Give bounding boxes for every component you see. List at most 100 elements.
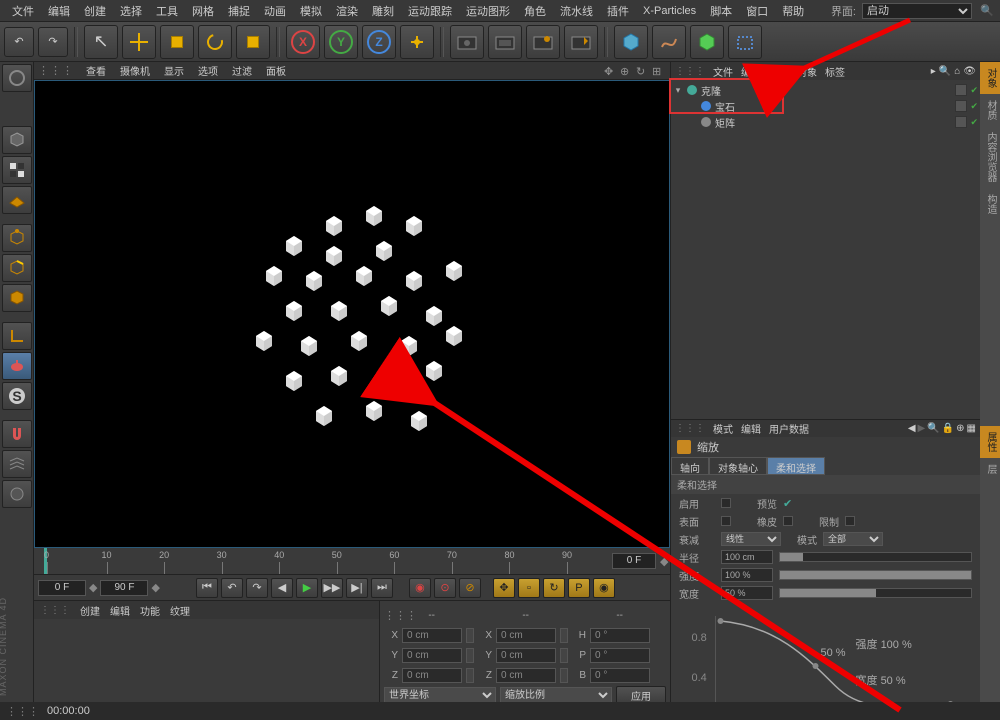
- vp-camera[interactable]: 摄像机: [118, 63, 152, 78]
- object-tag[interactable]: [955, 84, 967, 96]
- object-name[interactable]: 宝石: [715, 99, 952, 114]
- generator-button[interactable]: [690, 25, 724, 59]
- menu-window[interactable]: 窗口: [740, 1, 774, 21]
- vis-toggle[interactable]: ✔: [970, 117, 978, 128]
- attr-userdata[interactable]: 用户数据: [769, 421, 809, 436]
- prev-frame-button[interactable]: ↷: [246, 578, 268, 598]
- make-editable-button[interactable]: [2, 64, 32, 92]
- attr-back-icon[interactable]: ◀: [908, 423, 916, 434]
- vp-nav2-icon[interactable]: ⊕: [620, 65, 634, 77]
- move-tool[interactable]: [122, 25, 156, 59]
- menu-snap[interactable]: 捕捉: [222, 1, 256, 21]
- attr-new-icon[interactable]: ⊕: [956, 423, 964, 434]
- menu-file[interactable]: 文件: [6, 1, 40, 21]
- om-view[interactable]: 查看: [769, 64, 789, 79]
- rtab-material[interactable]: 材质: [980, 94, 1000, 126]
- prev-key-button[interactable]: ↶: [221, 578, 243, 598]
- rot-h-field[interactable]: 0 °: [590, 628, 650, 643]
- polygon-mode-button[interactable]: [2, 284, 32, 312]
- menu-char[interactable]: 角色: [518, 1, 552, 21]
- pos-y-field[interactable]: 0 cm: [402, 648, 462, 663]
- pos-x-field[interactable]: 0 cm: [402, 628, 462, 643]
- timeline-end-field[interactable]: 0 F: [612, 553, 656, 569]
- spinner[interactable]: [466, 628, 474, 643]
- enable-axis-button[interactable]: [2, 352, 32, 380]
- next-frame-button[interactable]: ▶▶: [321, 578, 343, 598]
- keyframe-sel-button[interactable]: ⊘: [459, 578, 481, 598]
- object-row[interactable]: 矩阵 ✔: [673, 114, 978, 130]
- render-picture-button[interactable]: [488, 25, 522, 59]
- falloff-select[interactable]: 线性: [721, 532, 781, 546]
- vp-nav3-icon[interactable]: ↻: [636, 65, 650, 77]
- menu-sculpt[interactable]: 雕刻: [366, 1, 400, 21]
- width-slider[interactable]: [779, 588, 972, 598]
- vp-filter[interactable]: 过滤: [230, 63, 254, 78]
- rot-key-button[interactable]: ↻: [543, 578, 565, 598]
- vp-panel[interactable]: 面板: [264, 63, 288, 78]
- spinner[interactable]: [560, 628, 568, 643]
- object-row[interactable]: 宝石✔: [673, 98, 978, 114]
- coord-mode-select[interactable]: 缩放比例: [500, 687, 612, 703]
- viewport[interactable]: [34, 80, 670, 548]
- om-bookmark-icon[interactable]: ▸: [931, 66, 936, 77]
- render-region-button[interactable]: [526, 25, 560, 59]
- attr-fwd-icon[interactable]: ▶: [918, 423, 926, 434]
- menu-tools[interactable]: 工具: [150, 1, 184, 21]
- autokey-button[interactable]: ⊙: [434, 578, 456, 598]
- redo-button[interactable]: ↷: [38, 27, 68, 57]
- attr-lock-icon[interactable]: 🔒: [942, 423, 954, 434]
- render-view-button[interactable]: [450, 25, 484, 59]
- attr-edit[interactable]: 编辑: [741, 421, 761, 436]
- menu-mograph[interactable]: 运动图形: [460, 1, 516, 21]
- tab-axis[interactable]: 轴向: [671, 457, 709, 475]
- om-tags[interactable]: 标签: [825, 64, 845, 79]
- scale-key-button[interactable]: ▫: [518, 578, 540, 598]
- spinner[interactable]: [560, 668, 568, 683]
- rtab-attr[interactable]: 属性: [980, 426, 1000, 458]
- model-mode-button[interactable]: [2, 126, 32, 154]
- undo-button[interactable]: ↶: [4, 27, 34, 57]
- grip-icon[interactable]: ⋮⋮⋮: [675, 66, 705, 77]
- menu-pipe[interactable]: 流水线: [554, 1, 599, 21]
- rubber-checkbox[interactable]: [783, 516, 793, 526]
- interface-select[interactable]: 启动: [862, 3, 972, 19]
- strength-slider[interactable]: [779, 570, 972, 580]
- menu-render[interactable]: 渲染: [330, 1, 364, 21]
- object-name[interactable]: 矩阵: [715, 115, 952, 130]
- menu-xp[interactable]: X-Particles: [637, 3, 702, 19]
- object-tag[interactable]: [955, 100, 967, 112]
- attr-mode[interactable]: 模式: [713, 421, 733, 436]
- spline-button[interactable]: [652, 25, 686, 59]
- rot-p-field[interactable]: 0 °: [590, 648, 650, 663]
- vp-nav4-icon[interactable]: ⊞: [652, 65, 666, 77]
- om-object[interactable]: 对象: [797, 64, 817, 79]
- vp-view[interactable]: 查看: [84, 63, 108, 78]
- size-z-field[interactable]: 0 cm: [496, 668, 556, 683]
- tab-softsel[interactable]: 柔和选择: [767, 457, 825, 475]
- pos-z-field[interactable]: 0 cm: [402, 668, 462, 683]
- menu-script[interactable]: 脚本: [704, 1, 738, 21]
- workplane-button[interactable]: [2, 450, 32, 478]
- vp-options[interactable]: 选项: [196, 63, 220, 78]
- goto-start-button[interactable]: ⏮: [196, 578, 218, 598]
- grip-icon[interactable]: ⋮⋮⋮: [384, 609, 417, 622]
- grip-icon[interactable]: ⋮⋮⋮: [38, 64, 74, 77]
- om-home-icon[interactable]: ⌂: [954, 66, 960, 77]
- menu-sim[interactable]: 模拟: [294, 1, 328, 21]
- magnet-button[interactable]: [2, 420, 32, 448]
- vp-display[interactable]: 显示: [162, 63, 186, 78]
- rtab-object[interactable]: 对象: [980, 62, 1000, 94]
- attr-up-icon[interactable]: 🔍: [927, 423, 939, 434]
- play-back-button[interactable]: ◀: [271, 578, 293, 598]
- object-tree[interactable]: ▾克隆✔宝石✔矩阵✔: [671, 80, 980, 160]
- z-axis-toggle[interactable]: Z: [362, 25, 396, 59]
- play-button[interactable]: ▶: [296, 578, 318, 598]
- vp-nav1-icon[interactable]: ✥: [604, 65, 618, 77]
- attr-menu-icon[interactable]: ▦: [967, 423, 976, 434]
- mat-create[interactable]: 创建: [80, 603, 100, 618]
- grip-icon[interactable]: ⋮⋮⋮: [675, 423, 705, 434]
- search-icon[interactable]: 🔍: [980, 4, 994, 18]
- size-x-field[interactable]: 0 cm: [496, 628, 556, 643]
- preview-check-icon[interactable]: ✔: [783, 497, 792, 510]
- menu-select[interactable]: 选择: [114, 1, 148, 21]
